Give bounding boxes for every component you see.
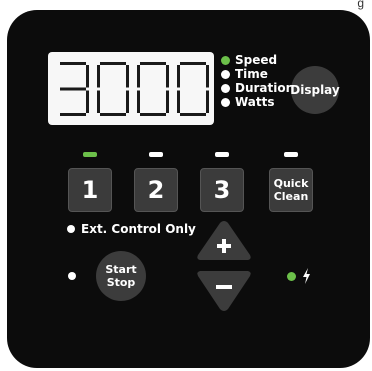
start-stop-button[interactable]: Start Stop	[96, 251, 146, 301]
lcd-digit	[60, 61, 89, 116]
quick-clean-label-line2: Clean	[273, 190, 309, 203]
lcd-digit	[137, 61, 169, 116]
start-stop-label-line2: Stop	[106, 276, 136, 289]
start-stop-led	[68, 272, 76, 280]
mode-label-duration: Duration	[235, 81, 295, 95]
lcd-segment	[126, 64, 129, 87]
quick-clean-indicator	[284, 152, 298, 157]
plus-icon-bar-v	[222, 239, 226, 253]
lcd-segment	[206, 90, 209, 113]
speed-up-button[interactable]	[195, 219, 253, 265]
down-arrow-shape	[197, 271, 251, 311]
mode-led-time	[221, 69, 230, 79]
start-stop-label-line1: Start	[105, 263, 137, 276]
lcd-segment	[100, 61, 126, 65]
lcd-segment	[97, 90, 100, 113]
lcd-reading	[60, 61, 209, 116]
quick-clean-button[interactable]: Quick Clean	[269, 168, 313, 212]
control-panel: Speed Time Duration Watts Display 1 2 3 …	[7, 10, 370, 368]
lcd-digit	[177, 61, 209, 116]
lcd-segment	[60, 61, 86, 65]
mode-led-watts	[221, 97, 230, 107]
power-led	[287, 271, 296, 281]
speed-down-button[interactable]	[195, 267, 253, 313]
mode-label-speed: Speed	[235, 53, 278, 67]
lcd-segment	[60, 112, 86, 116]
lcd-segment	[140, 61, 166, 65]
lcd-segment	[180, 112, 206, 116]
mode-label-time: Time	[235, 67, 268, 81]
program-2-button[interactable]: 2	[134, 168, 178, 212]
power-indicator	[287, 268, 311, 284]
lcd-segment	[60, 87, 86, 90]
cropped-corner-text: g	[357, 0, 364, 10]
lcd-display	[48, 52, 214, 125]
ext-control-led	[67, 225, 75, 233]
lcd-segment	[177, 90, 180, 113]
ext-control-label: Ext. Control Only	[81, 222, 196, 236]
mode-led-duration	[221, 83, 230, 93]
program-3-indicator	[215, 152, 229, 157]
mode-label-watts: Watts	[235, 95, 275, 109]
program-3-button[interactable]: 3	[200, 168, 244, 212]
lcd-segment	[206, 64, 209, 87]
lcd-segment	[140, 112, 166, 116]
lightning-icon	[303, 268, 310, 284]
lcd-segment	[166, 64, 169, 87]
program-1-indicator	[83, 152, 97, 157]
lcd-segment	[137, 64, 140, 87]
program-2-indicator	[149, 152, 163, 157]
mode-led-speed	[221, 55, 230, 65]
lcd-segment	[100, 112, 126, 116]
lcd-segment	[86, 90, 89, 113]
lcd-digit	[97, 61, 129, 116]
lcd-segment	[97, 64, 100, 87]
lcd-segment	[86, 64, 89, 87]
mode-item-speed: Speed	[221, 53, 311, 67]
lcd-segment	[166, 90, 169, 113]
lcd-segment	[180, 61, 206, 65]
lcd-segment	[177, 64, 180, 87]
lcd-segment	[137, 90, 140, 113]
ext-control-indicator: Ext. Control Only	[67, 222, 196, 236]
quick-clean-label-line1: Quick	[273, 177, 309, 190]
lcd-segment	[126, 90, 129, 113]
program-1-button[interactable]: 1	[68, 168, 112, 212]
minus-icon	[216, 285, 232, 289]
display-button[interactable]: Display	[290, 66, 340, 114]
